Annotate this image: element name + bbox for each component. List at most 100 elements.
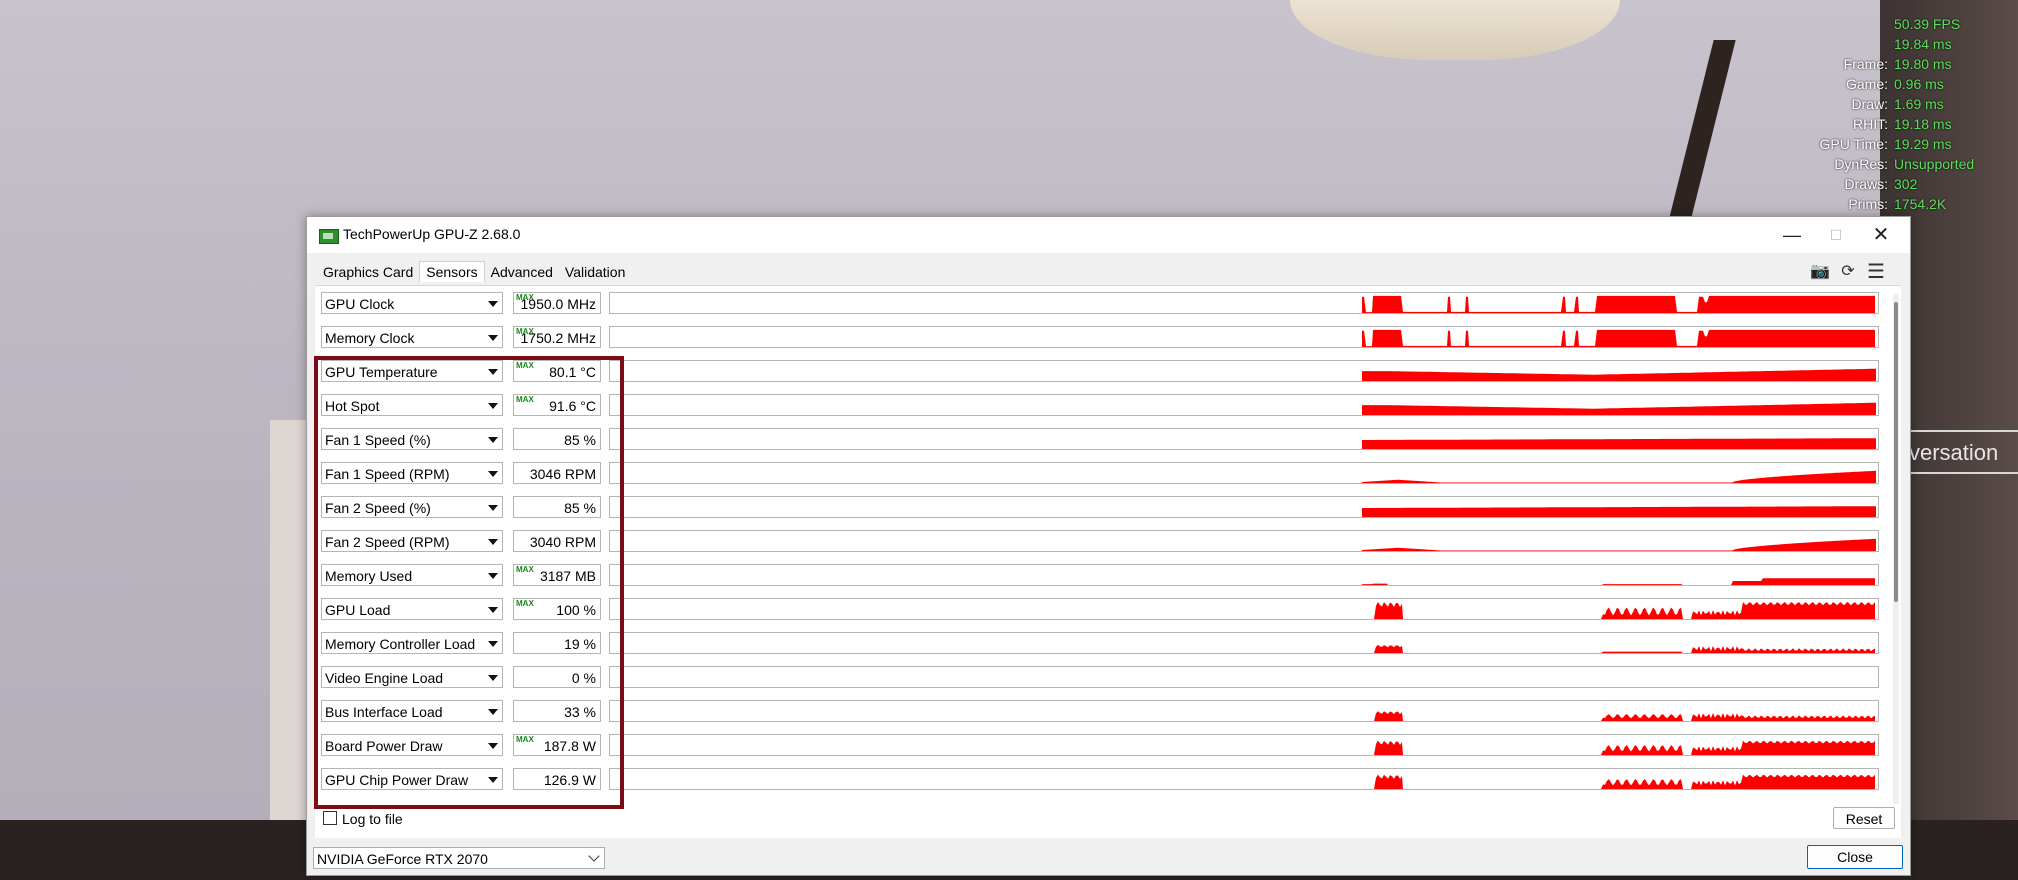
sensor-graph[interactable]: [609, 632, 1879, 654]
sensor-graph-svg: [1362, 644, 1875, 653]
dropdown-arrow-icon: [488, 301, 498, 307]
sensor-graph-svg: [1362, 506, 1876, 517]
sensor-graph-svg: [1362, 740, 1875, 755]
log-to-file-label: Log to file: [342, 811, 403, 827]
sensor-graph-area: [1362, 368, 1876, 381]
stat-label: Game:: [1845, 76, 1888, 92]
sensor-graph-area: [1362, 329, 1875, 347]
sensor-graph[interactable]: [609, 496, 1879, 518]
stat-value: Unsupported: [1894, 156, 1975, 172]
sensor-graph-svg: [1362, 538, 1876, 551]
dropdown-arrow-icon: [488, 335, 498, 341]
sensor-graph[interactable]: [609, 292, 1879, 314]
gpu-select-value: NVIDIA GeForce RTX 2070: [317, 851, 488, 867]
tab-validation[interactable]: Validation: [559, 262, 631, 282]
sensor-graph-svg: [1362, 329, 1875, 347]
stat-value: 50.39 FPS: [1894, 16, 1961, 32]
sensor-graph[interactable]: [609, 326, 1879, 348]
sensor-graph-area: [1362, 402, 1876, 415]
sensor-name-dropdown[interactable]: Memory Clock: [321, 326, 503, 348]
stat-value: 1.69 ms: [1894, 96, 1944, 112]
tab-sensors[interactable]: Sensors: [419, 261, 485, 282]
background-sign-text: versation: [1909, 440, 1999, 465]
sensor-graph[interactable]: [609, 462, 1879, 484]
background-conversation-sign: versation: [1905, 430, 2018, 474]
background-lamp-pole: [1666, 40, 1736, 230]
sensor-graph-area: [1362, 711, 1875, 721]
sensor-name-dropdown[interactable]: GPU Clock: [321, 292, 503, 314]
sensor-graph[interactable]: [609, 598, 1879, 620]
close-window-button[interactable]: ✕: [1852, 217, 1910, 253]
title-bar[interactable]: TechPowerUp GPU-Z 2.68.0 — ☐ ✕: [307, 217, 1910, 253]
sensor-graph-svg: [1362, 578, 1875, 585]
sensor-graph-svg: [610, 667, 1878, 687]
menu-icon[interactable]: ☰: [1865, 261, 1887, 283]
sensor-graph[interactable]: [609, 394, 1879, 416]
stat-label: RHIT:: [1853, 116, 1888, 132]
stat-label: Frame:: [1843, 56, 1888, 72]
sensor-graph-svg: [1362, 295, 1875, 313]
tab-graphics-card[interactable]: Graphics Card: [317, 262, 419, 282]
sensor-row: Memory Clock MAX 1750.2 MHz: [315, 320, 1887, 354]
stat-label: Draw:: [1851, 96, 1888, 112]
sensor-graph[interactable]: [609, 734, 1879, 756]
sensor-scrollbar[interactable]: [1893, 294, 1899, 804]
sensor-graph[interactable]: [609, 530, 1879, 552]
sensor-graph-svg: [1362, 601, 1875, 619]
stat-row: Draws: 302: [1820, 174, 1994, 194]
background-lamp-shade: [1290, 0, 1620, 60]
stat-row: 50.39 FPS: [1820, 14, 1994, 34]
sensor-graph-area: [1362, 740, 1875, 755]
stat-value: 19.29 ms: [1894, 136, 1952, 152]
log-to-file-checkbox[interactable]: [323, 811, 337, 825]
sensor-graph-svg: [1362, 774, 1875, 789]
refresh-icon[interactable]: ⟳: [1837, 261, 1859, 283]
sensor-graph[interactable]: [609, 700, 1879, 722]
stat-value: 19.84 ms: [1894, 36, 1952, 52]
stat-row: DynRes: Unsupported: [1820, 154, 1994, 174]
sensor-value: 1750.2 MHz: [520, 330, 596, 346]
stat-row: 19.84 ms: [1820, 34, 1994, 54]
sensor-graph-svg: [1362, 711, 1875, 721]
sensor-graph-area: [1362, 538, 1876, 551]
sensor-graph-svg: [1362, 438, 1876, 449]
stat-value: 19.18 ms: [1894, 116, 1952, 132]
sensor-value-box[interactable]: MAX 1750.2 MHz: [513, 326, 601, 348]
sensor-graph-svg: [1362, 402, 1876, 415]
close-button[interactable]: Close: [1807, 845, 1903, 869]
sensor-graph[interactable]: [609, 666, 1879, 688]
stat-value: 0.96 ms: [1894, 76, 1944, 92]
stat-row: GPU Time: 19.29 ms: [1820, 134, 1994, 154]
sensor-graph[interactable]: [609, 768, 1879, 790]
sensor-row: GPU Clock MAX 1950.0 MHz: [315, 286, 1887, 320]
tab-bar: Graphics Card Sensors Advanced Validation: [317, 261, 631, 283]
sensor-value-box[interactable]: MAX 1950.0 MHz: [513, 292, 601, 314]
sensor-value: 1950.0 MHz: [520, 296, 596, 312]
sensor-graph-area: [1362, 578, 1875, 585]
sensor-graph[interactable]: [609, 428, 1879, 450]
stat-row: Prims: 1754.2K: [1820, 194, 1994, 214]
tab-advanced[interactable]: Advanced: [485, 262, 559, 282]
gpu-select-dropdown[interactable]: NVIDIA GeForce RTX 2070: [313, 847, 605, 869]
stat-label: DynRes:: [1834, 156, 1888, 172]
stat-row: Draw: 1.69 ms: [1820, 94, 1994, 114]
camera-icon[interactable]: 📷: [1809, 261, 1831, 283]
stat-row: RHIT: 19.18 ms: [1820, 114, 1994, 134]
stat-label: GPU Time:: [1819, 136, 1888, 152]
window-title: TechPowerUp GPU-Z 2.68.0: [343, 226, 521, 242]
sensor-graph-area: [1362, 470, 1876, 483]
stat-row: Game: 0.96 ms: [1820, 74, 1994, 94]
sensor-graph[interactable]: [609, 360, 1879, 382]
sensor-graph-area: [1362, 601, 1875, 619]
stat-value: 19.80 ms: [1894, 56, 1952, 72]
sensor-graph-area: [1362, 295, 1875, 313]
sensor-graph-svg: [1362, 368, 1876, 381]
sensor-graph[interactable]: [609, 564, 1879, 586]
stat-label: Prims:: [1848, 196, 1888, 212]
reset-button[interactable]: Reset: [1833, 807, 1895, 829]
sensor-highlight-box: [314, 356, 624, 809]
sensor-name-label: GPU Clock: [325, 296, 395, 312]
chevron-down-icon: [588, 850, 600, 862]
performance-stats-overlay: 50.39 FPS 19.84 ms Frame: 19.80 ms Game: 0.96…: [1820, 14, 1994, 214]
scrollbar-thumb[interactable]: [1894, 302, 1898, 602]
